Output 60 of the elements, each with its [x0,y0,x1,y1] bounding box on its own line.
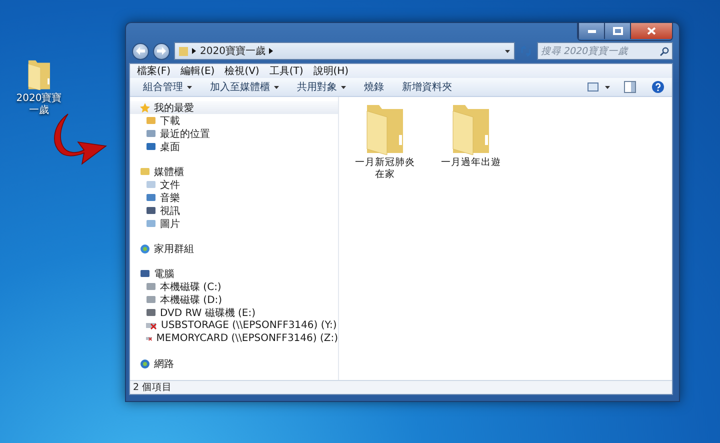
minimize-icon [588,30,596,32]
folder-icon [179,46,188,56]
chevron-icon [192,48,196,54]
nav-item[interactable]: 媒體櫃 [130,165,338,178]
nav-item[interactable]: 家用群組 [130,242,338,255]
nav-item[interactable]: 桌面 [130,140,338,153]
nav-item[interactable]: 音樂 [130,191,338,204]
nav-item[interactable]: DVD RW 磁碟機 (E:) [130,306,338,319]
toolbar-button[interactable]: 共用對象 [288,79,355,95]
disconnected-drive-icon [146,334,152,343]
caret-icon [605,86,610,88]
nav-item[interactable]: MEMORYCARD (\\EPSONFF3146) (Z:) [130,332,338,345]
star-icon [140,102,150,112]
search-icon [660,46,669,56]
menu-item[interactable]: 檢視(V) [220,64,264,78]
nav-item[interactable]: 文件 [130,178,338,191]
caret-icon [187,86,192,88]
maximize-button[interactable] [604,23,630,39]
caret-icon [505,50,510,52]
nav-item[interactable]: 本機磁碟 (D:) [130,293,338,306]
disconnected-drive-icon [146,321,157,330]
nav-item[interactable]: 我的最愛 [130,101,338,114]
nav-item[interactable]: 電腦 [130,267,338,280]
menu-item[interactable]: 檔案(F) [132,64,176,78]
toolbar-button[interactable]: 新增資料夾 [393,79,461,95]
nav-item[interactable]: 網路 [130,357,338,370]
nav-item[interactable]: 視訊 [130,204,338,217]
preview-pane-icon[interactable] [624,81,636,93]
toolbar-button[interactable]: 組合管理 [134,79,201,95]
nav-item[interactable]: USBSTORAGE (\\EPSONFF3146) (Y:) [130,319,338,332]
help-icon[interactable] [652,81,664,93]
menu-item[interactable]: 工具(T) [264,64,308,78]
menu-item[interactable]: 編輯(E) [176,64,220,78]
folder-label[interactable]: 一月新冠肺炎在家 [353,157,417,181]
menu-item[interactable]: 說明(H) [308,64,354,78]
minimize-button[interactable] [578,23,604,39]
forward-button[interactable] [153,42,170,60]
close-icon [647,27,656,35]
nav-item[interactable]: 下載 [130,114,338,127]
back-button[interactable] [132,42,149,60]
toolbar-button[interactable]: 燒錄 [355,79,393,95]
desktop-icon-label[interactable]: 2020寶寶一歲 [14,93,64,118]
nav-item[interactable]: 最近的位置 [130,127,338,140]
nav-item[interactable]: 圖片 [130,217,338,230]
back-arrow-icon [136,47,145,55]
breadcrumb[interactable]: 2020寶寶一歲 [200,44,266,58]
view-options-icon[interactable] [587,82,599,92]
forward-arrow-icon [157,47,166,55]
chevron-icon [269,48,274,54]
desktop-folder-icon [26,58,52,90]
close-button[interactable] [630,23,672,39]
folder-label[interactable]: 一月過年出遊 [441,157,501,169]
caret-icon [341,86,346,88]
search-field[interactable]: 搜尋 2020寶寶一歲 [537,42,673,60]
nav-item[interactable]: 本機磁碟 (C:) [130,280,338,293]
item-count: 2 個項目 [133,381,172,394]
maximize-icon [612,27,622,35]
toolbar-button[interactable]: 加入至媒體櫃 [201,79,288,95]
address-bar[interactable]: 2020寶寶一歲 [174,42,515,60]
caret-icon [274,86,279,88]
